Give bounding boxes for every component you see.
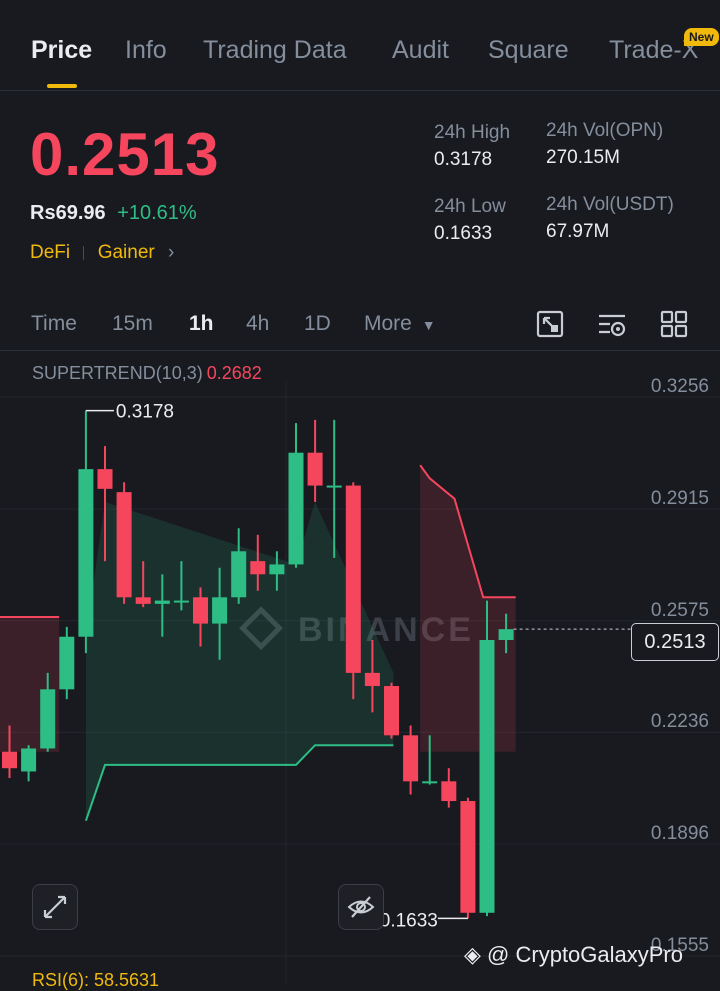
rsi-indicator-label: RSI(6): 58.5631 bbox=[32, 970, 160, 990]
high-marker-label: 0.3178 bbox=[116, 402, 174, 423]
tab-trading-data[interactable]: Trading Data bbox=[203, 36, 347, 65]
candle-body bbox=[460, 801, 476, 913]
eye-off-icon bbox=[347, 896, 375, 918]
interval-more-label: More bbox=[364, 312, 412, 335]
stat-24h-high: 24h High 0.3178 bbox=[434, 122, 510, 171]
low-marker-label: 0.1633 bbox=[380, 910, 438, 931]
candle-body bbox=[2, 751, 17, 769]
y-tick-label: 0.2915 bbox=[651, 488, 709, 509]
candle-body bbox=[479, 640, 495, 913]
tab-audit[interactable]: Audit bbox=[392, 36, 449, 65]
tag-row[interactable]: DeFi Gainer › bbox=[30, 242, 174, 264]
supertrend-layer bbox=[0, 464, 516, 822]
candle-body bbox=[40, 689, 56, 749]
stat-24h-low: 24h Low 0.1633 bbox=[434, 196, 506, 245]
stat-label: 24h Vol(USDT) bbox=[546, 194, 674, 215]
candle-body bbox=[307, 452, 323, 486]
tab-price[interactable]: Price bbox=[31, 36, 92, 65]
candle-body bbox=[135, 597, 151, 604]
hide-indicators-button[interactable] bbox=[338, 884, 384, 930]
y-tick-label: 0.3256 bbox=[651, 376, 709, 397]
interval-1d[interactable]: 1D bbox=[304, 312, 331, 336]
interval-1h[interactable]: 1h bbox=[189, 312, 214, 336]
tag-gainer[interactable]: Gainer bbox=[98, 242, 155, 263]
stat-label: 24h Vol(OPN) bbox=[546, 120, 664, 141]
candle-body bbox=[193, 597, 208, 624]
candle-body bbox=[269, 564, 285, 575]
binance-logo-icon: ◈ bbox=[464, 942, 481, 967]
last-price: 0.2513 bbox=[30, 121, 220, 188]
candle-body bbox=[345, 485, 361, 673]
candle-body bbox=[59, 636, 75, 690]
stat-24h-vol-opn: 24h Vol(OPN) 270.15M bbox=[546, 120, 663, 169]
stat-value: 67.97M bbox=[546, 221, 610, 242]
candle-body bbox=[231, 551, 247, 598]
supertrend-indicator[interactable]: SUPERTREND(10,3) 0.2682 bbox=[32, 363, 262, 384]
stat-value: 270.15M bbox=[546, 147, 620, 168]
chevron-right-icon[interactable]: › bbox=[168, 242, 174, 263]
candle-body bbox=[326, 485, 342, 488]
credit-text: @ CryptoGalaxyPro bbox=[487, 942, 683, 967]
chart-expand-icon[interactable] bbox=[534, 308, 566, 340]
watermark-credit: ◈ @ CryptoGalaxyPro bbox=[464, 942, 683, 968]
caret-down-icon: ▼ bbox=[421, 317, 436, 333]
stat-value: 0.1633 bbox=[434, 223, 493, 244]
expand-arrows-icon bbox=[43, 895, 67, 919]
indicator-name: SUPERTREND(10,3) bbox=[32, 363, 203, 383]
candle-body bbox=[97, 469, 113, 489]
candle-body bbox=[364, 672, 380, 687]
y-axis-labels: 0.32560.29150.25750.22360.18960.1555 bbox=[651, 376, 709, 956]
y-tick-label: 0.2575 bbox=[651, 600, 709, 621]
tag-divider bbox=[83, 245, 85, 260]
stat-value: 0.3178 bbox=[434, 149, 493, 170]
candle-body bbox=[116, 492, 132, 598]
candle-body bbox=[288, 452, 304, 565]
candle-body bbox=[173, 600, 189, 603]
candle-body bbox=[441, 781, 457, 802]
new-badge: New bbox=[684, 28, 719, 46]
grid-layout-icon[interactable] bbox=[658, 308, 690, 340]
indicator-settings-icon[interactable] bbox=[596, 308, 628, 340]
tag-defi[interactable]: DeFi bbox=[30, 242, 70, 263]
interval-4h[interactable]: 4h bbox=[246, 312, 269, 336]
candle-body bbox=[250, 561, 266, 575]
candle-body bbox=[422, 781, 438, 784]
fiat-price: Rs69.96 bbox=[30, 202, 106, 224]
candle-body bbox=[212, 597, 228, 624]
candle-body bbox=[498, 629, 514, 641]
indicator-value: 0.2682 bbox=[206, 363, 262, 383]
tab-active-indicator bbox=[47, 84, 77, 88]
y-tick-label: 0.2236 bbox=[651, 711, 709, 732]
candle-body bbox=[384, 686, 399, 736]
tab-square[interactable]: Square bbox=[488, 36, 569, 65]
current-price-tag: 0.2513 bbox=[631, 623, 719, 661]
interval-15m[interactable]: 15m bbox=[112, 312, 153, 336]
interval-bar: Time 15m 1h 4h 1D More ▼ bbox=[0, 300, 720, 351]
price-sub-row: Rs69.96 +10.61% bbox=[30, 202, 197, 225]
price-change: +10.61% bbox=[117, 202, 197, 224]
y-tick-label: 0.1896 bbox=[651, 823, 709, 844]
interval-more[interactable]: More ▼ bbox=[364, 312, 436, 336]
top-tabs: Price Info Trading Data Audit Square Tra… bbox=[0, 0, 720, 91]
tab-info[interactable]: Info bbox=[125, 36, 167, 65]
interval-time[interactable]: Time bbox=[31, 312, 77, 336]
candle-body bbox=[403, 735, 419, 782]
candle-body bbox=[154, 600, 170, 604]
stat-label: 24h Low bbox=[434, 196, 506, 217]
fullscreen-button[interactable] bbox=[32, 884, 78, 930]
stat-label: 24h High bbox=[434, 122, 511, 143]
stat-24h-vol-usdt: 24h Vol(USDT) 67.97M bbox=[546, 194, 674, 243]
supertrend-down-fill bbox=[420, 465, 516, 752]
candle-body bbox=[78, 469, 94, 637]
candle-body bbox=[21, 748, 37, 772]
